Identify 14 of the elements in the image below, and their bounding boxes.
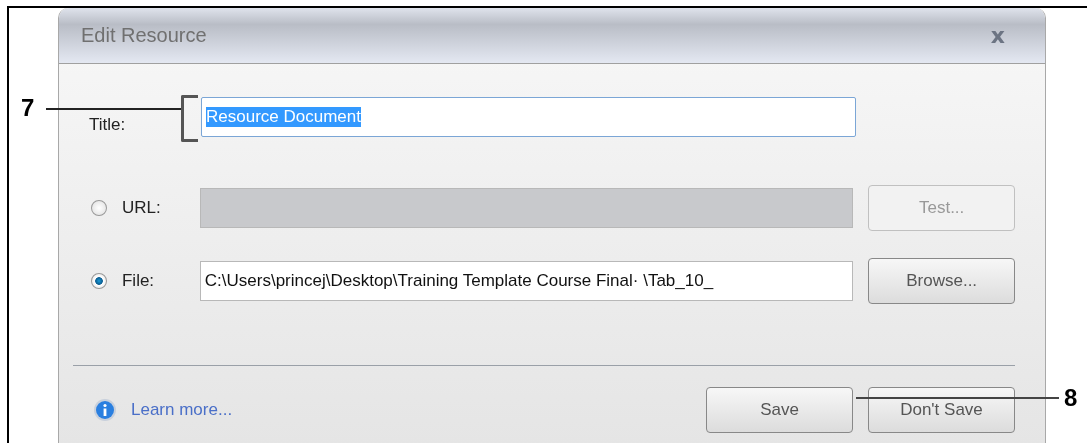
browse-button[interactable]: Browse... — [868, 258, 1015, 304]
info-icon — [93, 398, 117, 422]
source-label: File: — [121, 271, 156, 291]
callout-number: 8 — [1064, 384, 1078, 412]
bracket-icon — [181, 95, 198, 142]
dont-save-button[interactable]: Don't Save — [868, 387, 1015, 433]
save-button[interactable]: Save — [706, 387, 853, 433]
learn-more-link[interactable]: Learn more... — [131, 400, 233, 420]
callout-number: 7 — [21, 94, 35, 122]
file-field[interactable]: C:\Users\princej\Desktop\Training Template Course Final· \Tab_10_ — [199, 261, 854, 301]
source-label: URL: — [121, 198, 162, 218]
radio-button[interactable] — [91, 273, 107, 289]
window-title: Edit Resource — [81, 24, 207, 47]
title-label: Title: — [89, 115, 126, 135]
